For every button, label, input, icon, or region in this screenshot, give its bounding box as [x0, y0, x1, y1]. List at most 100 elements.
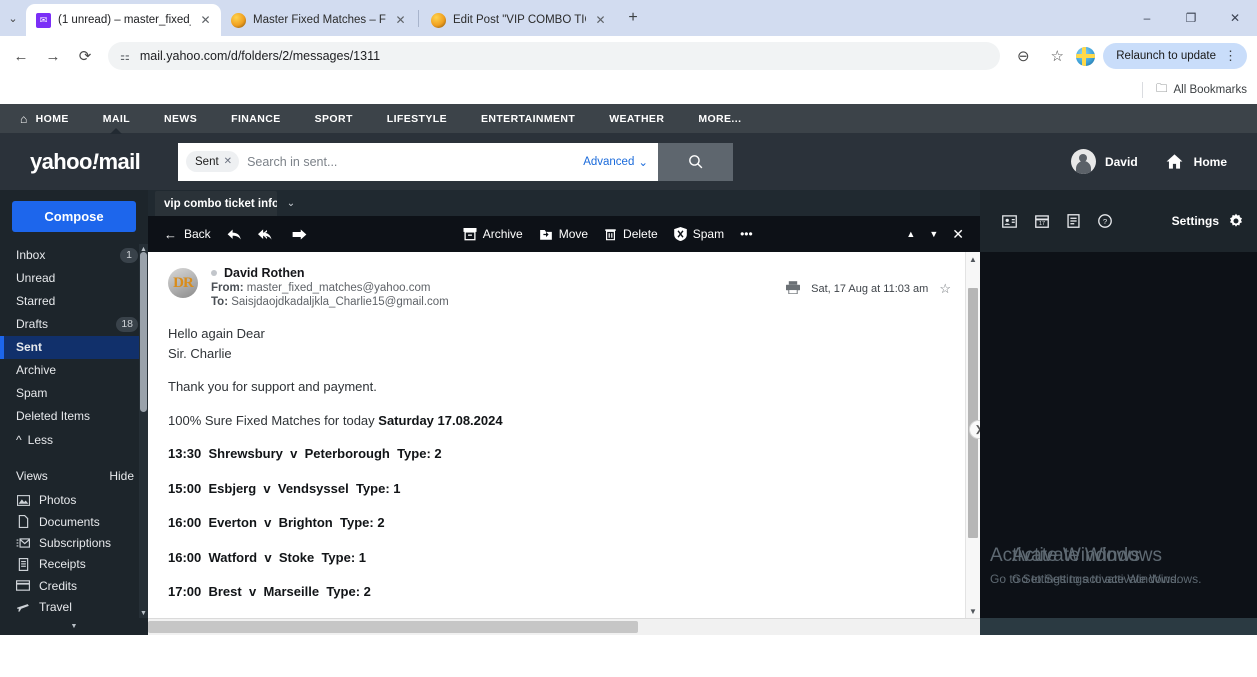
from-address[interactable]: master_fixed_matches@yahoo.com — [247, 282, 431, 294]
close-message-icon[interactable]: ✕ — [952, 226, 964, 243]
home-button[interactable]: Home — [1164, 152, 1227, 171]
sidebar-scrollbar[interactable]: ▲ ▼ — [139, 244, 148, 618]
yahoo-nav-home[interactable]: ⌂ HOME — [14, 104, 86, 133]
search-scope-chip[interactable]: Sent ✕ — [186, 151, 240, 172]
contacts-icon[interactable] — [1002, 214, 1017, 228]
delete-button[interactable]: Delete — [596, 216, 666, 252]
star-icon[interactable]: ☆ — [939, 281, 951, 297]
scroll-down-icon[interactable]: ▼ — [71, 623, 78, 630]
sidebar-item-deleted-items[interactable]: Deleted Items — [0, 405, 148, 428]
scroll-down-icon[interactable]: ▼ — [139, 608, 148, 618]
views-hide-button[interactable]: Hide — [109, 469, 134, 483]
sidebar-item-drafts[interactable]: Drafts 18 — [0, 313, 148, 336]
match-type-label: Type: — [397, 446, 431, 461]
move-button[interactable]: Move — [531, 216, 596, 252]
reply-button[interactable] — [219, 216, 250, 252]
window-controls: – ❐ ✕ — [1125, 0, 1257, 36]
yahoo-nav-finance[interactable]: FINANCE — [214, 104, 297, 133]
all-bookmarks-button[interactable]: 🗀 All Bookmarks — [1156, 81, 1247, 100]
yahoo-mail-logo[interactable]: yahoo!mail — [16, 149, 156, 175]
notepad-icon[interactable] — [1067, 214, 1080, 228]
settings-button[interactable]: Settings — [1172, 213, 1244, 229]
minimize-button[interactable]: – — [1125, 0, 1169, 36]
sidebar-scroll-down-area[interactable]: ▼ — [0, 618, 148, 635]
sidebar-item-subscriptions[interactable]: Subscriptions — [0, 532, 148, 553]
site-settings-icon[interactable]: ⚏ — [120, 50, 130, 63]
forward-button[interactable] — [284, 216, 315, 252]
window-close-button[interactable]: ✕ — [1213, 0, 1257, 36]
sidebar-item-spam[interactable]: Spam — [0, 382, 148, 405]
tab-search-chevron-icon[interactable]: ⌄ — [0, 0, 26, 36]
more-options-button[interactable]: ••• — [732, 216, 761, 252]
new-tab-button[interactable]: + — [620, 5, 646, 31]
sidebar-item-starred[interactable]: Starred — [0, 290, 148, 313]
sidebar-item-photos[interactable]: Photos — [0, 490, 148, 511]
yahoo-nav-more[interactable]: MORE... — [681, 104, 758, 133]
address-bar[interactable]: ⚏ mail.yahoo.com/d/folders/2/messages/13… — [108, 42, 1001, 70]
close-icon[interactable]: ✕ — [224, 156, 232, 167]
message-body: Hello again Dear Sir. Charlie Thank you … — [148, 308, 965, 618]
calendar-icon[interactable]: 17 — [1035, 214, 1049, 228]
kebab-menu-icon[interactable]: ⋮ — [1224, 48, 1237, 64]
horizontal-scroll-thumb[interactable] — [148, 621, 638, 633]
close-icon[interactable]: ✕ — [393, 13, 408, 28]
scroll-up-icon[interactable]: ▲ — [966, 252, 980, 266]
sidebar-item-archive[interactable]: Archive — [0, 359, 148, 382]
yahoo-nav-sport[interactable]: SPORT — [298, 104, 370, 133]
user-profile-button[interactable]: David — [1070, 149, 1138, 174]
yahoo-nav-entertainment[interactable]: ENTERTAINMENT — [464, 104, 592, 133]
chevron-down-icon[interactable]: ⌄ — [277, 191, 305, 216]
help-icon[interactable]: ? — [1098, 214, 1112, 228]
browser-tab-1[interactable]: ✉ (1 unread) – master_fixed_matc ✕ — [26, 4, 221, 36]
close-icon[interactable]: ✕ — [198, 13, 213, 28]
message-tab-vip-combo-ticket-info[interactable]: vip combo ticket info — [155, 191, 277, 216]
scroll-down-icon[interactable]: ▼ — [966, 604, 980, 618]
sidebar-item-receipts[interactable]: Receipts — [0, 554, 148, 575]
message-scroll-area: DR David Rothen From: master_fixed_match… — [148, 252, 965, 618]
sender-name-row: David Rothen — [211, 266, 786, 280]
forward-icon[interactable]: → — [38, 41, 68, 71]
archive-button[interactable]: Archive — [455, 216, 531, 252]
to-address[interactable]: Saisjdaojdkadaljkla_Charlie15@gmail.com — [231, 296, 449, 308]
intro-paragraph: 100% Sure Fixed Matches for today Saturd… — [168, 411, 945, 431]
browser-tab-3[interactable]: Edit Post "VIP COMBO TICKET" ✕ — [421, 4, 616, 36]
sidebar-item-label: Documents — [39, 514, 100, 529]
sidebar-item-label: Photos — [39, 493, 77, 508]
back-button[interactable]: ← Back — [162, 216, 219, 252]
flag-avatar-icon[interactable] — [1076, 46, 1096, 66]
sidebar-item-credits[interactable]: Credits — [0, 575, 148, 596]
sidebar-item-sent[interactable]: Sent — [0, 335, 148, 359]
yahoo-nav-weather[interactable]: WEATHER — [592, 104, 681, 133]
previous-message-icon[interactable]: ▲ — [906, 229, 915, 239]
sidebar-item-documents[interactable]: Documents — [0, 511, 148, 532]
yahoo-nav-mail[interactable]: MAIL — [86, 104, 147, 133]
yahoo-nav-lifestyle[interactable]: LIFESTYLE — [370, 104, 464, 133]
next-message-icon[interactable]: ▼ — [929, 229, 938, 239]
sidebar-less-toggle[interactable]: ^ Less — [0, 428, 148, 452]
horizontal-scrollbar[interactable] — [148, 618, 980, 635]
zoom-out-icon[interactable]: ⊖ — [1008, 41, 1038, 71]
search-button[interactable] — [658, 142, 733, 181]
search-input[interactable]: Sent ✕ Search in sent... Advanced ⌄ — [178, 142, 658, 181]
relaunch-to-update-button[interactable]: Relaunch to update ⋮ — [1103, 43, 1247, 69]
print-icon[interactable] — [786, 280, 801, 297]
star-icon[interactable]: ☆ — [1042, 41, 1072, 71]
yahoo-nav-news[interactable]: NEWS — [147, 104, 214, 133]
reload-icon[interactable]: ⟳ — [70, 41, 100, 71]
sidebar-item-label: Subscriptions — [39, 536, 112, 551]
sidebar-item-label: Inbox — [16, 248, 46, 263]
spam-button[interactable]: Spam — [666, 216, 732, 252]
sidebar-scroll-thumb[interactable] — [140, 252, 147, 412]
compose-button[interactable]: Compose — [12, 201, 136, 232]
advanced-search-button[interactable]: Advanced ⌄ — [583, 155, 648, 169]
back-icon[interactable]: ← — [6, 41, 36, 71]
reply-all-button[interactable] — [250, 216, 284, 252]
maximize-button[interactable]: ❐ — [1169, 0, 1213, 36]
message-scroll-thumb[interactable] — [968, 288, 978, 538]
close-icon[interactable]: ✕ — [593, 13, 608, 28]
sidebar-item-inbox[interactable]: Inbox 1 — [0, 244, 148, 267]
photos-icon — [16, 494, 30, 507]
sidebar-item-unread[interactable]: Unread — [0, 267, 148, 290]
browser-tab-2[interactable]: Master Fixed Matches – Footba ✕ — [221, 4, 416, 36]
sidebar-item-travel[interactable]: Travel — [0, 597, 148, 618]
